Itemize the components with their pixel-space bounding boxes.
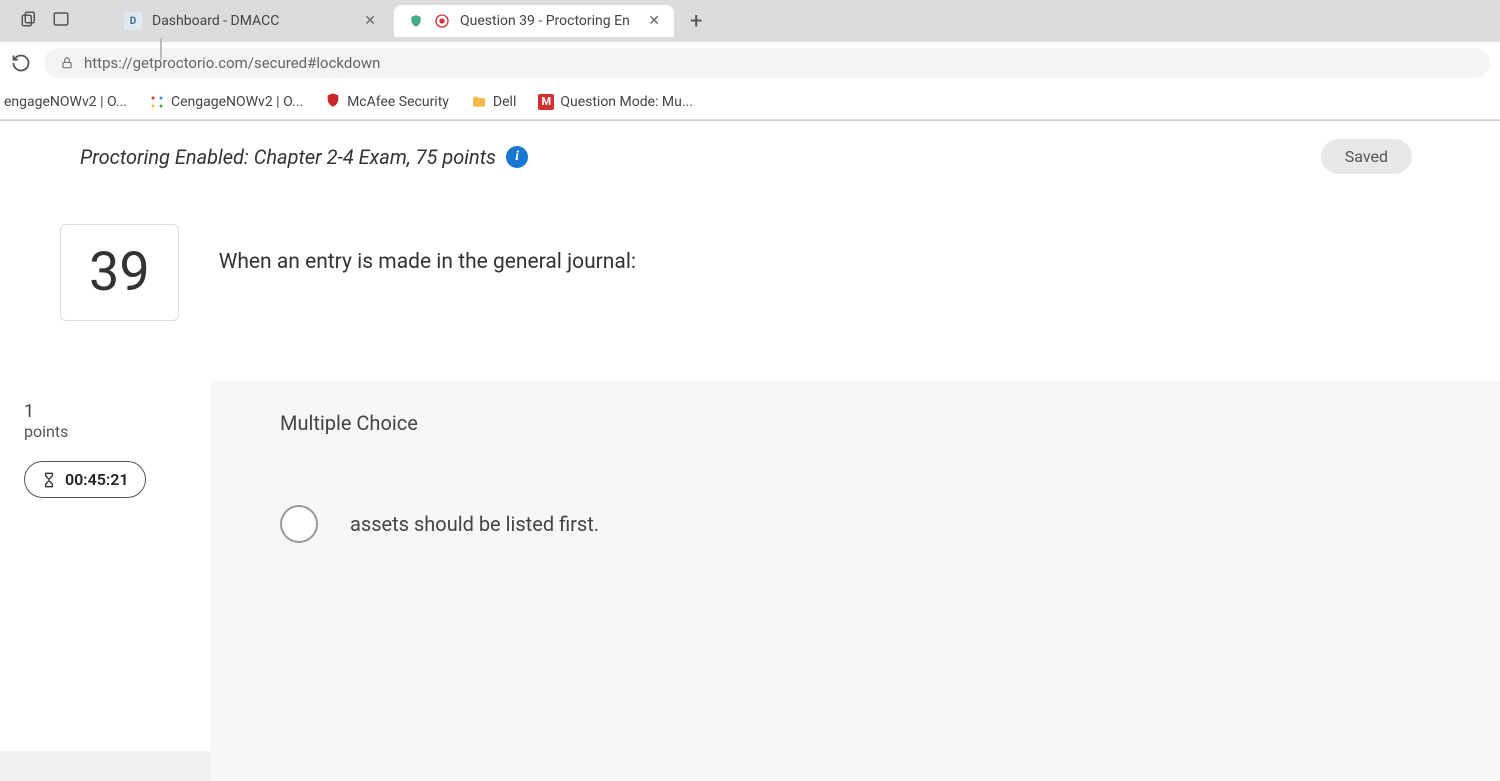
lock-icon [60, 56, 74, 70]
answer-area: Multiple Choice assets should be listed … [210, 381, 1500, 781]
close-icon[interactable]: ✕ [364, 13, 376, 29]
exam-title-row: Proctoring Enabled: Chapter 2-4 Exam, 75… [80, 145, 528, 169]
tab-title: Dashboard - DMACC [152, 13, 279, 29]
saved-label: Saved [1345, 147, 1388, 166]
divider [160, 38, 162, 60]
hourglass-icon [41, 472, 57, 488]
timer-value: 00:45:21 [65, 470, 129, 489]
tab-dashboard[interactable]: D Dashboard - DMACC ✕ [110, 4, 390, 38]
cengage-icon [149, 94, 165, 110]
bookmark-cengagenow[interactable]: CengageNOWv2 | O... [149, 94, 303, 110]
copy-icon[interactable] [20, 10, 38, 32]
url-text: https://getproctorio.com/secured#lockdow… [84, 54, 380, 72]
bookmark-mcafee[interactable]: McAfee Security [325, 92, 449, 112]
tab-title: Question 39 - Proctoring En [460, 13, 630, 29]
browser-chrome: D Dashboard - DMACC ✕ Question 39 - Proc… [0, 0, 1500, 121]
question-number: 39 [89, 241, 150, 304]
m-icon: M [538, 94, 554, 110]
bookmark-label: McAfee Security [347, 94, 449, 110]
bookmark-question-mode[interactable]: M Question Mode: Mu... [538, 94, 693, 110]
timer: 00:45:21 [24, 461, 146, 498]
option-text: assets should be listed first. [350, 512, 599, 536]
bookmark-label: Dell [493, 94, 516, 110]
bookmark-engagenow[interactable]: engageNOWv2 | O... [4, 94, 127, 110]
info-icon[interactable]: i [506, 146, 528, 168]
bookmark-label: Question Mode: Mu... [560, 94, 693, 110]
bookmark-label: CengageNOWv2 | O... [171, 94, 303, 110]
window-controls [8, 10, 82, 32]
radio-button[interactable] [280, 505, 318, 543]
folder-icon [471, 94, 487, 110]
bookmark-label: engageNOWv2 | O... [4, 94, 127, 110]
shield-favicon-icon [408, 13, 424, 29]
saved-status: Saved [1321, 139, 1412, 174]
close-icon[interactable]: ✕ [648, 13, 660, 29]
reload-button[interactable] [10, 52, 32, 74]
new-tab-button[interactable]: + [678, 9, 714, 34]
exam-header: Proctoring Enabled: Chapter 2-4 Exam, 75… [0, 121, 1500, 184]
address-bar: https://getproctorio.com/secured#lockdow… [0, 42, 1500, 84]
bookmark-dell[interactable]: Dell [471, 94, 516, 110]
bookmarks-bar: engageNOWv2 | O... CengageNOWv2 | O... M… [0, 84, 1500, 120]
panel-icon[interactable] [52, 10, 70, 32]
tab-bar: D Dashboard - DMACC ✕ Question 39 - Proc… [0, 0, 1500, 42]
question-row: 39 When an entry is made in the general … [0, 184, 1500, 321]
question-number-box: 39 [60, 224, 179, 321]
url-input[interactable]: https://getproctorio.com/secured#lockdow… [44, 48, 1490, 78]
question-meta: 1 points 00:45:21 [24, 401, 146, 498]
dmacc-favicon-icon: D [124, 12, 142, 30]
exam-title: Proctoring Enabled: Chapter 2-4 Exam, 75… [80, 145, 496, 169]
points-value: 1 [24, 401, 146, 422]
points-label: points [24, 422, 146, 441]
question-text: When an entry is made in the general jou… [219, 224, 636, 274]
mcafee-icon [325, 92, 341, 112]
page-content: Proctoring Enabled: Chapter 2-4 Exam, 75… [0, 121, 1500, 751]
section-label: Multiple Choice [280, 411, 1500, 435]
record-icon [434, 13, 450, 29]
option-row[interactable]: assets should be listed first. [280, 505, 1500, 543]
tab-question[interactable]: Question 39 - Proctoring En ✕ [394, 5, 674, 37]
